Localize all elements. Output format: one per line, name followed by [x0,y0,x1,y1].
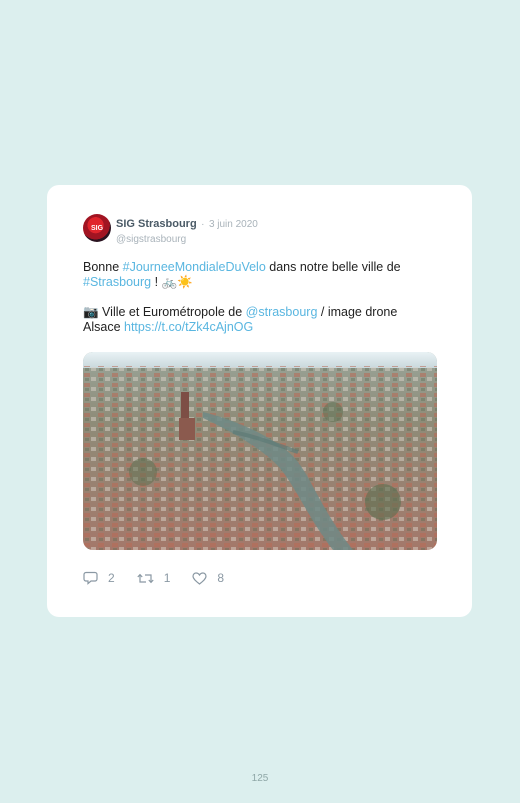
text-segment: dans notre belle ville de [265,260,401,274]
tweet-paragraph-1: Bonne #JourneeMondialeDuVelo dans notre … [83,260,433,290]
tweet-paragraph-2: 📷 Ville et Eurométropole de @strasbourg … [83,305,433,335]
like-button[interactable]: 8 [192,571,224,585]
heart-icon [192,571,207,585]
separator-dot: · [201,219,205,230]
bike-sun-emoji: 🚲☀️ [161,275,193,289]
hashtag-link[interactable]: #Strasbourg [83,275,151,289]
reply-button[interactable]: 2 [83,571,115,585]
tweet-actions: 2 1 8 [83,571,246,585]
text-segment: Ville et Eurométropole de [98,305,246,319]
camera-emoji: 📷 [83,305,99,319]
aerial-city-photo [83,352,437,550]
text-segment: ! [151,275,162,289]
retweet-button[interactable]: 1 [137,571,171,585]
avatar[interactable]: SIG [83,214,111,242]
hashtag-link[interactable]: #JourneeMondialeDuVelo [123,260,266,274]
mention-link[interactable]: @strasbourg [246,305,318,319]
url-link[interactable]: https://t.co/tZk4cAjnOG [124,320,253,334]
retweet-icon [137,573,154,583]
page-number: 125 [251,773,269,784]
text-segment: Bonne [83,260,123,274]
avatar-label: SIG [90,224,104,232]
retweet-count: 1 [163,571,171,585]
author-name[interactable]: SIG Strasbourg [116,218,197,230]
tweet-date[interactable]: 3 juin 2020 [209,219,258,230]
tweet-header: SIG Strasbourg · 3 juin 2020 @sigstrasbo… [116,214,258,245]
reply-icon [83,571,98,585]
author-handle[interactable]: @sigstrasbourg [116,234,258,245]
tweet-text: Bonne #JourneeMondialeDuVelo dans notre … [83,260,433,335]
text-segment: / image drone [317,305,398,319]
text-segment: Alsace [83,320,124,334]
tweet-photo[interactable] [83,352,437,550]
tweet-card: SIG SIG Strasbourg · 3 juin 2020 @sigstr… [47,185,472,617]
like-count: 8 [217,571,225,585]
reply-count: 2 [108,571,115,585]
